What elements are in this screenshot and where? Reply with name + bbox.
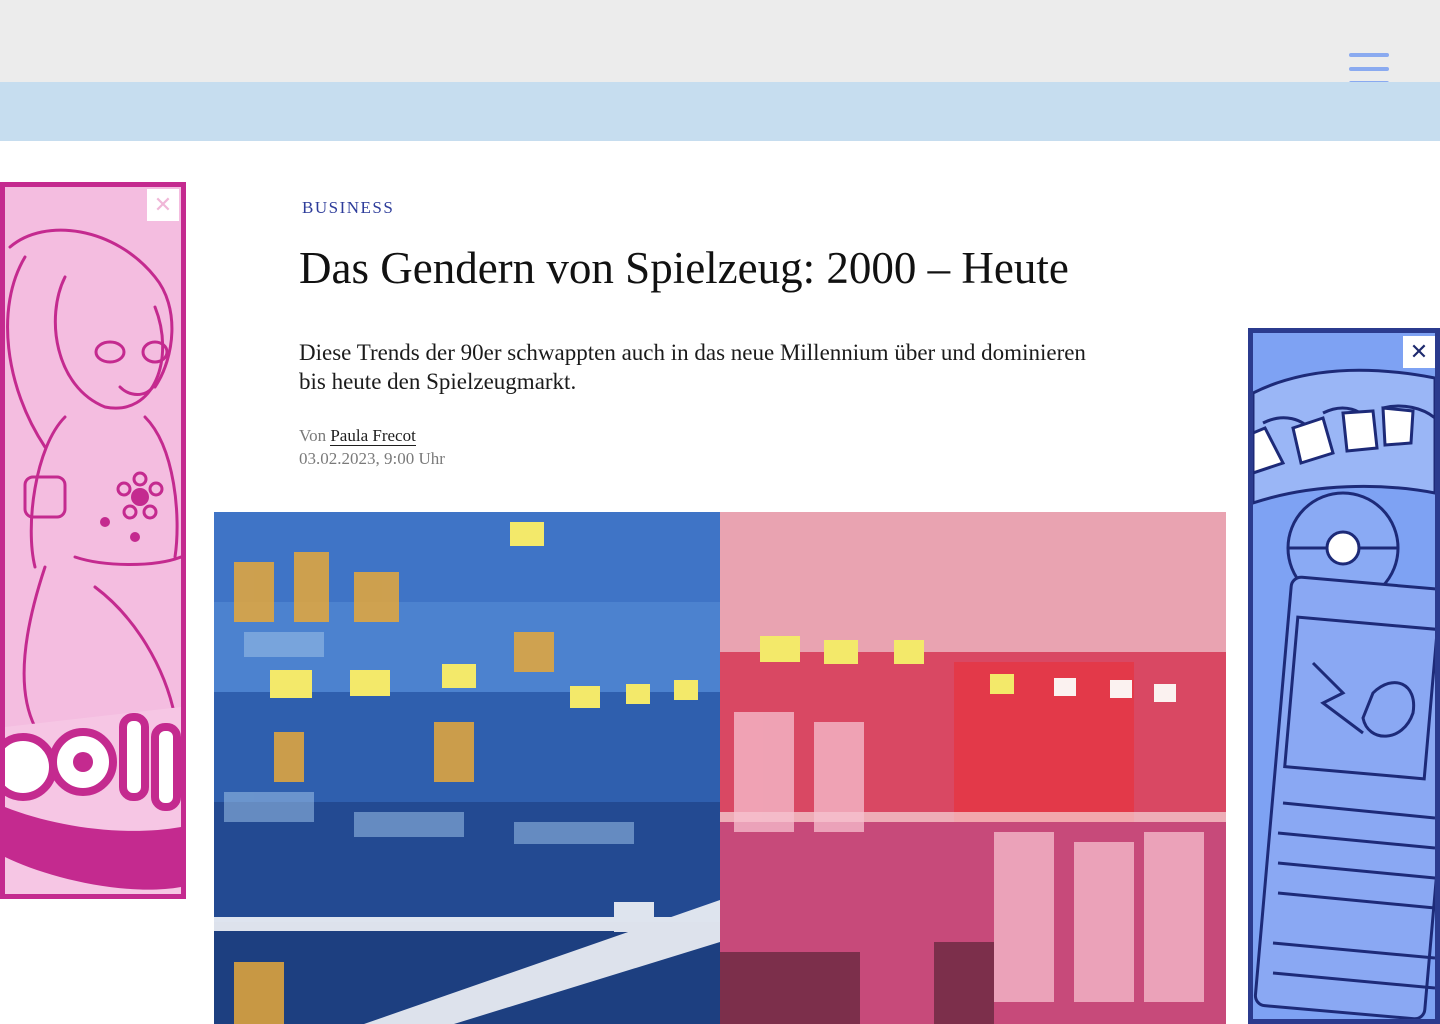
author-link[interactable]: Paula Frecot — [330, 426, 416, 446]
hero-image — [214, 512, 1226, 1024]
byline-prefix: Von — [299, 426, 327, 445]
close-icon[interactable]: ✕ — [147, 189, 179, 221]
article-lead: Diese Trends der 90er schwappten auch in… — [299, 340, 1086, 394]
publish-date: 03.02.2023, 9:00 Uhr — [299, 449, 445, 468]
top-header — [0, 0, 1440, 85]
ad-polly-pocket[interactable]: ✕ — [0, 182, 186, 899]
navigation-bar — [0, 82, 1440, 141]
article-header: BUSINESS Das Gendern von Spielzeug: 2000… — [299, 198, 1119, 470]
polly-pocket-illustration — [5, 228, 181, 894]
byline: Von Paula Frecot 03.02.2023, 9:00 Uhr — [299, 424, 1119, 470]
ad-pokemon[interactable]: ✕ — [1248, 328, 1440, 1024]
close-icon[interactable]: ✕ — [1403, 336, 1435, 368]
article-title: Das Gendern von Spielzeug: 2000 – Heute — [299, 243, 1069, 293]
category-label[interactable]: BUSINESS — [302, 198, 1119, 220]
pokemon-card-illustration — [1253, 368, 1435, 1019]
